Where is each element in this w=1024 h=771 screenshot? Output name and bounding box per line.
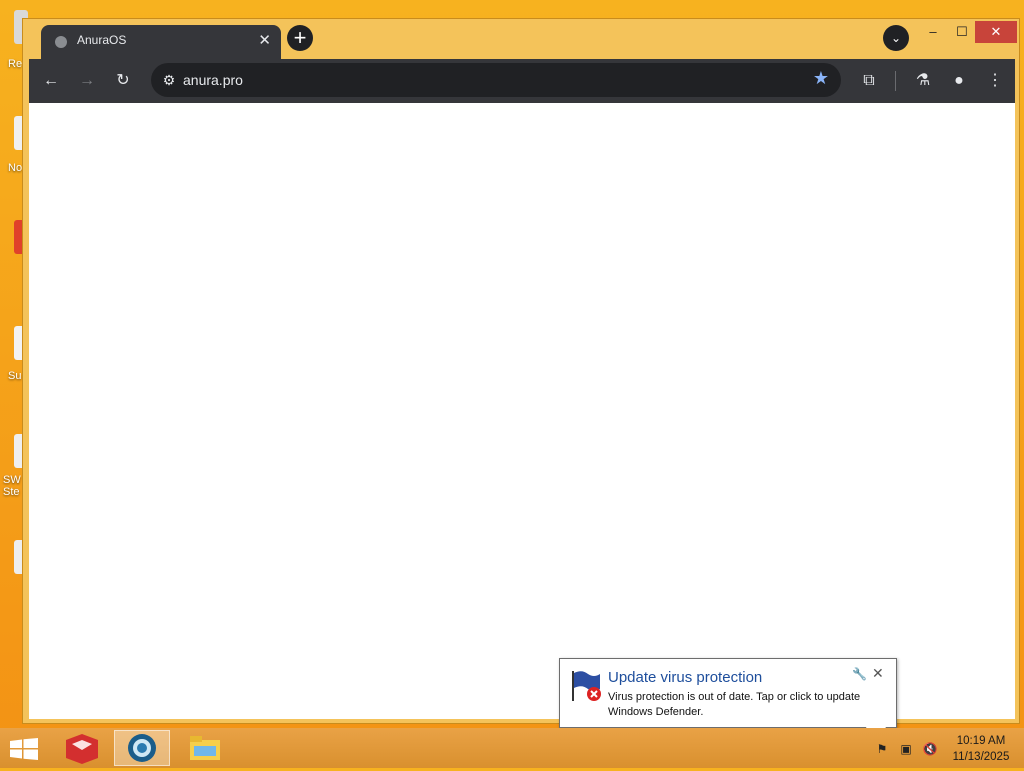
notification-title: Update virus protection	[608, 669, 763, 686]
back-button[interactable]: ←	[39, 69, 63, 93]
network-icon[interactable]: ▣	[898, 742, 914, 756]
clock-time: 10:19 AM	[956, 735, 1006, 747]
forward-button[interactable]: →	[75, 69, 99, 93]
page-content[interactable]	[29, 103, 1015, 719]
tab-anuraos[interactable]: AnuraOS ✕	[41, 25, 281, 59]
tab-close-icon[interactable]: ✕	[258, 31, 271, 49]
profile-icon[interactable]: ●	[947, 69, 971, 93]
toolbar-divider	[895, 71, 896, 91]
reload-button[interactable]: ↻	[111, 69, 135, 93]
wrench-icon[interactable]: 🔧	[852, 667, 867, 681]
taskbar-app-red[interactable]	[54, 730, 110, 766]
tab-search-button[interactable]: ⌄	[883, 25, 909, 51]
globe-icon	[55, 36, 67, 48]
menu-icon[interactable]: ⋮	[983, 69, 1007, 93]
desktop-icon-label: No	[8, 162, 23, 174]
new-tab-button[interactable]: +	[287, 25, 313, 51]
tab-title: AnuraOS	[77, 33, 127, 47]
app-icon	[66, 734, 98, 764]
maximize-button[interactable]: ☐	[948, 21, 976, 43]
clock-date: 11/13/2025	[952, 751, 1010, 763]
desktop-icon-label: SW Ste	[3, 474, 21, 498]
browser-window: AnuraOS ✕ + ⌄ – ☐ ✕ ← → ↻ ⚙ anura.pro ★ …	[22, 18, 1020, 724]
system-clock[interactable]: 10:19 AM 11/13/2025	[944, 733, 1018, 765]
site-info-icon[interactable]: ⚙	[157, 68, 181, 92]
close-window-button[interactable]: ✕	[975, 21, 1017, 43]
browser-toolbar: ← → ↻ ⚙ anura.pro ★ ⧉ ⚗ ● ⋮	[29, 59, 1015, 103]
taskbar-app-browser[interactable]	[114, 730, 170, 766]
taskbar-app-explorer[interactable]	[176, 730, 232, 766]
minimize-button[interactable]: –	[919, 21, 947, 43]
volume-muted-icon[interactable]: 🔇	[922, 742, 938, 756]
action-center-flag-icon[interactable]: ⚑	[874, 742, 890, 756]
bookmark-star-icon[interactable]: ★	[813, 68, 829, 89]
address-bar[interactable]: ⚙ anura.pro ★	[151, 63, 841, 97]
windows-start-icon[interactable]	[10, 738, 38, 760]
folder-icon	[190, 736, 220, 760]
browser-icon	[128, 734, 156, 762]
notification-close-icon[interactable]: ✕	[872, 665, 884, 682]
desktop-icon-label: Re	[8, 58, 23, 70]
taskbar: ⚑ ▣ 🔇 10:19 AM 11/13/2025	[0, 728, 1024, 768]
security-flag-icon	[572, 671, 601, 701]
tab-strip: AnuraOS ✕ + ⌄ – ☐ ✕	[23, 19, 1019, 59]
labs-icon[interactable]: ⚗	[911, 69, 935, 93]
extensions-icon[interactable]: ⧉	[857, 69, 881, 93]
url-text[interactable]: anura.pro	[183, 72, 243, 88]
desktop-icon-label: Su	[8, 370, 22, 382]
defender-notification[interactable]: Update virus protection Virus protection…	[559, 658, 897, 745]
notification-message: Virus protection is out of date. Tap or …	[608, 691, 861, 718]
